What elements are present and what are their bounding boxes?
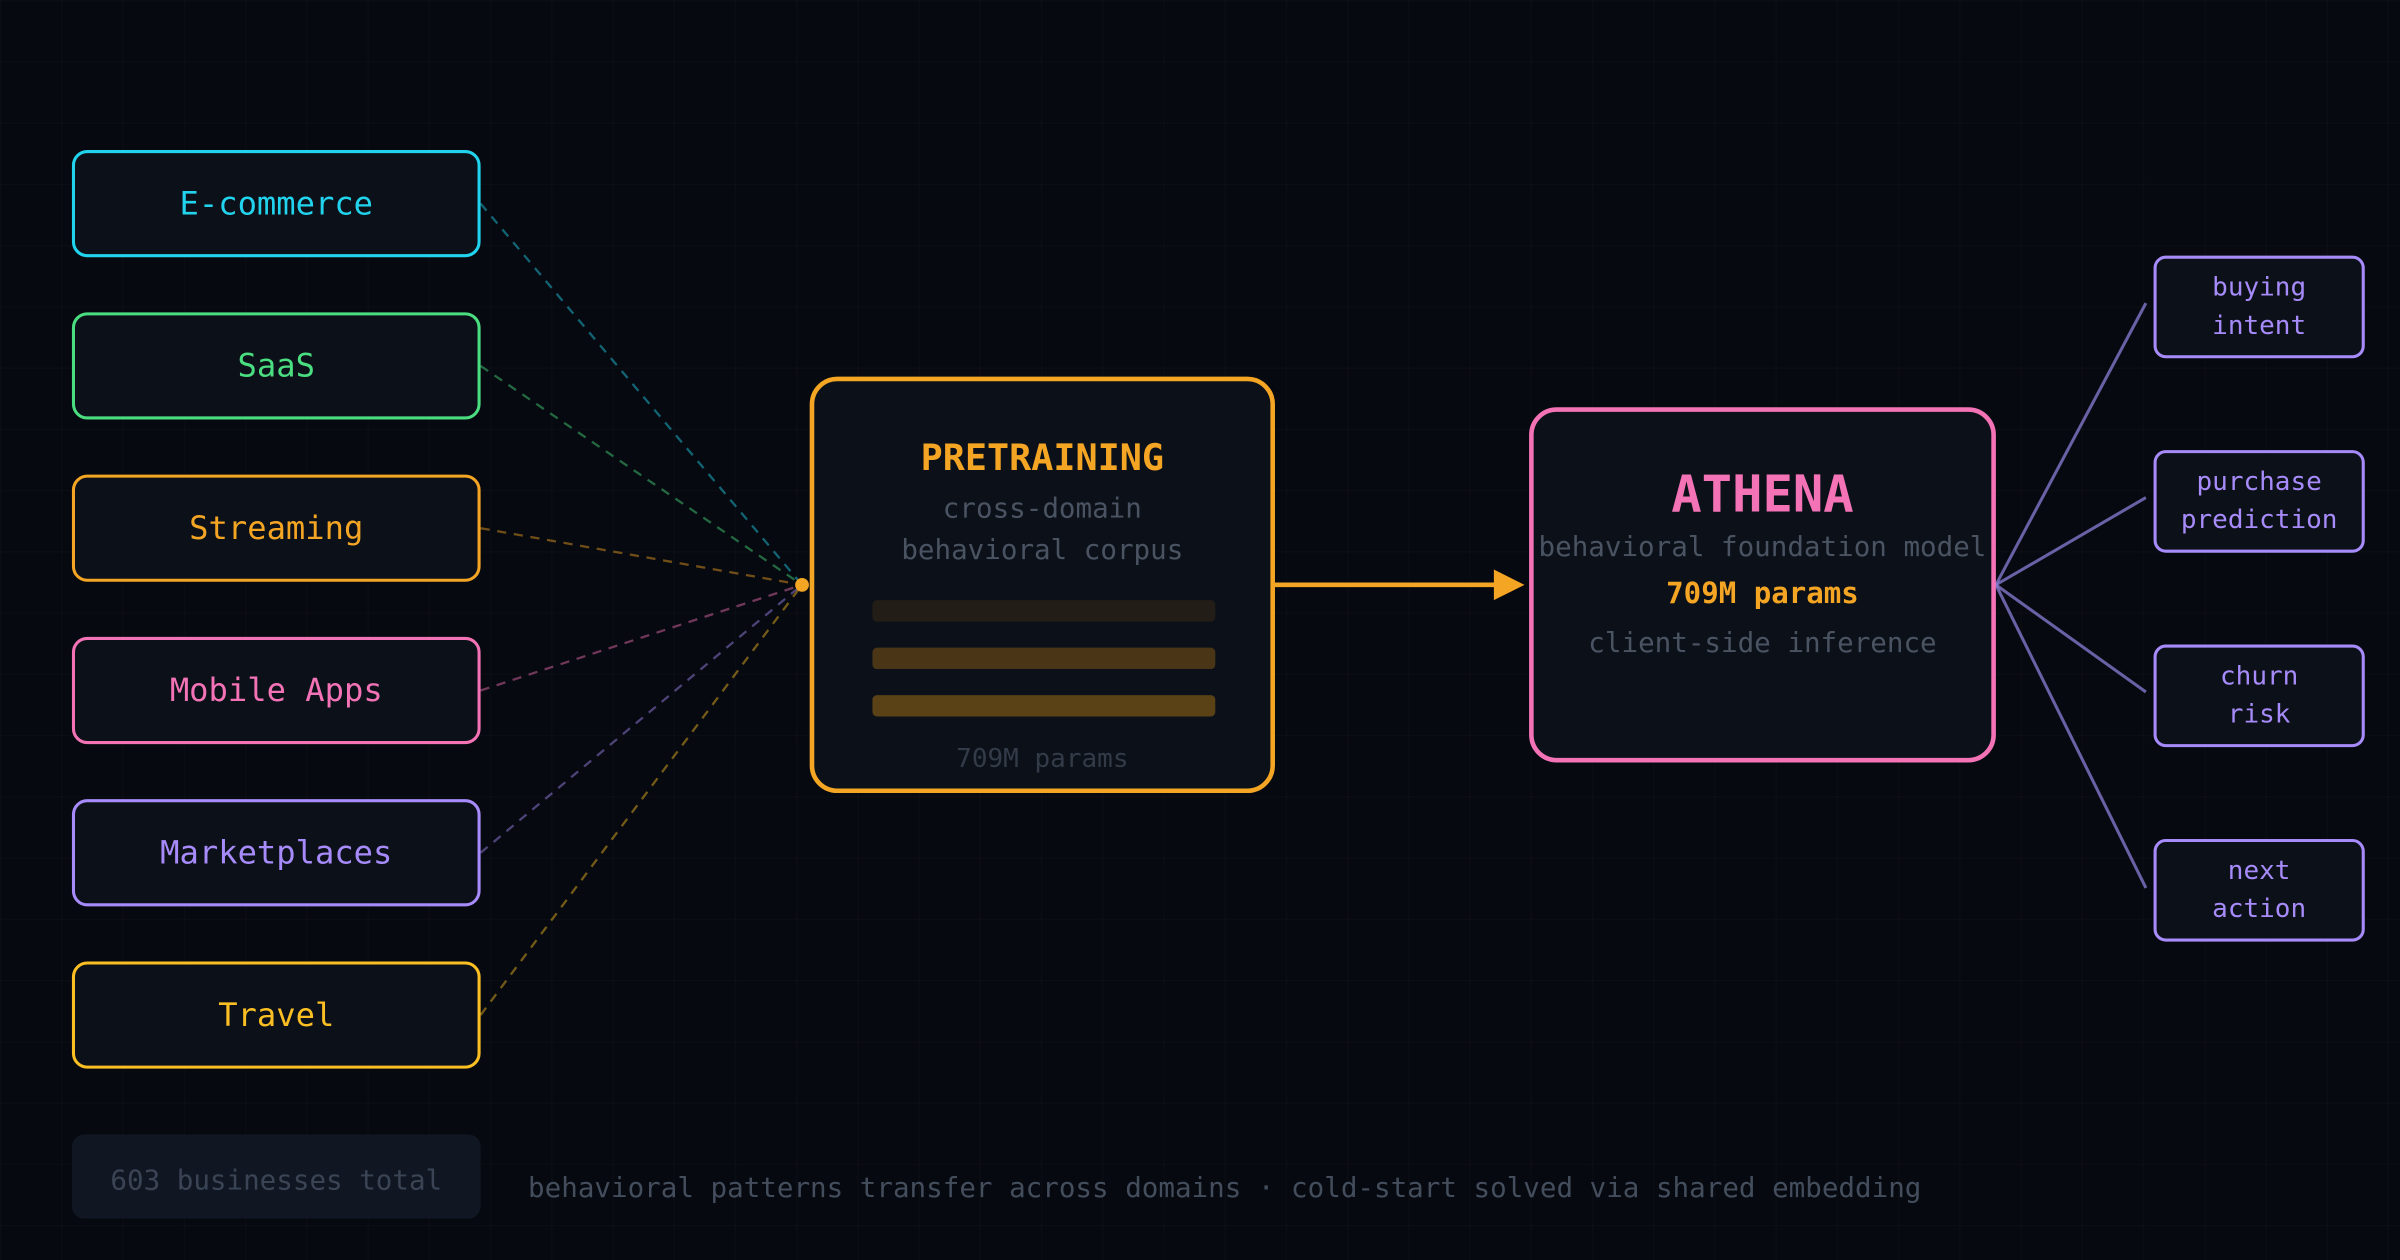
pretraining-subtitle-line2: behavioral corpus (901, 534, 1184, 567)
pretraining-box: PRETRAINING cross-domain behavioral corp… (809, 376, 1275, 794)
pretraining-title: PRETRAINING (920, 436, 1164, 480)
connector-saas (479, 364, 803, 586)
businesses-total-badge: 603 businesses total (71, 1134, 481, 1219)
athena-title: ATHENA (1671, 463, 1854, 524)
connector-churn-risk (1995, 583, 2147, 694)
connector-mobile-apps (480, 583, 803, 692)
diagram-canvas: E-commerce SaaS Streaming Mobile Apps Ma… (0, 0, 2400, 1260)
output-label-line2: action (2212, 893, 2307, 924)
source-marketplaces: Marketplaces (71, 799, 481, 907)
connector-travel (479, 584, 803, 1016)
connector-next-action (1994, 584, 2148, 889)
source-streaming: Streaming (71, 474, 481, 582)
source-travel: Travel (71, 961, 481, 1069)
corpus-bar-1 (872, 600, 1216, 622)
corpus-bar-2 (872, 647, 1216, 670)
pretraining-subtitle-line1: cross-domain (942, 492, 1142, 526)
athena-inference: client-side inference (1588, 627, 1937, 660)
output-label-line2: prediction (2180, 504, 2338, 536)
athena-subtitle: behavioral foundation model (1538, 531, 1987, 564)
source-ecommerce: E-commerce (71, 150, 481, 258)
output-next-action: next action (2153, 838, 2365, 942)
merge-dot (795, 577, 809, 592)
athena-box: ATHENA behavioral foundation model 709M … (1529, 407, 1996, 763)
output-purchase-prediction: purchase prediction (2153, 450, 2365, 553)
athena-params: 709M params (1666, 577, 1859, 611)
output-label-line2: risk (2227, 698, 2291, 730)
connector-streaming (480, 527, 803, 586)
output-label-line1: buying (2212, 271, 2307, 303)
connector-ecommerce (479, 202, 803, 586)
connector-marketplaces (479, 583, 803, 854)
output-label-line2: intent (2212, 310, 2307, 341)
source-mobile-apps: Mobile Apps (71, 636, 481, 745)
output-label-line1: next (2227, 855, 2291, 886)
diagram-caption: behavioral patterns transfer across doma… (528, 1172, 1922, 1205)
pretraining-params: 709M params (956, 744, 1129, 775)
output-buying-intent: buying intent (2153, 255, 2365, 359)
output-label-line1: churn (2219, 660, 2299, 692)
source-saas: SaaS (71, 312, 481, 420)
output-label-line1: purchase (2196, 466, 2322, 497)
output-churn-risk: churn risk (2153, 644, 2365, 748)
corpus-bar-3 (872, 695, 1216, 717)
